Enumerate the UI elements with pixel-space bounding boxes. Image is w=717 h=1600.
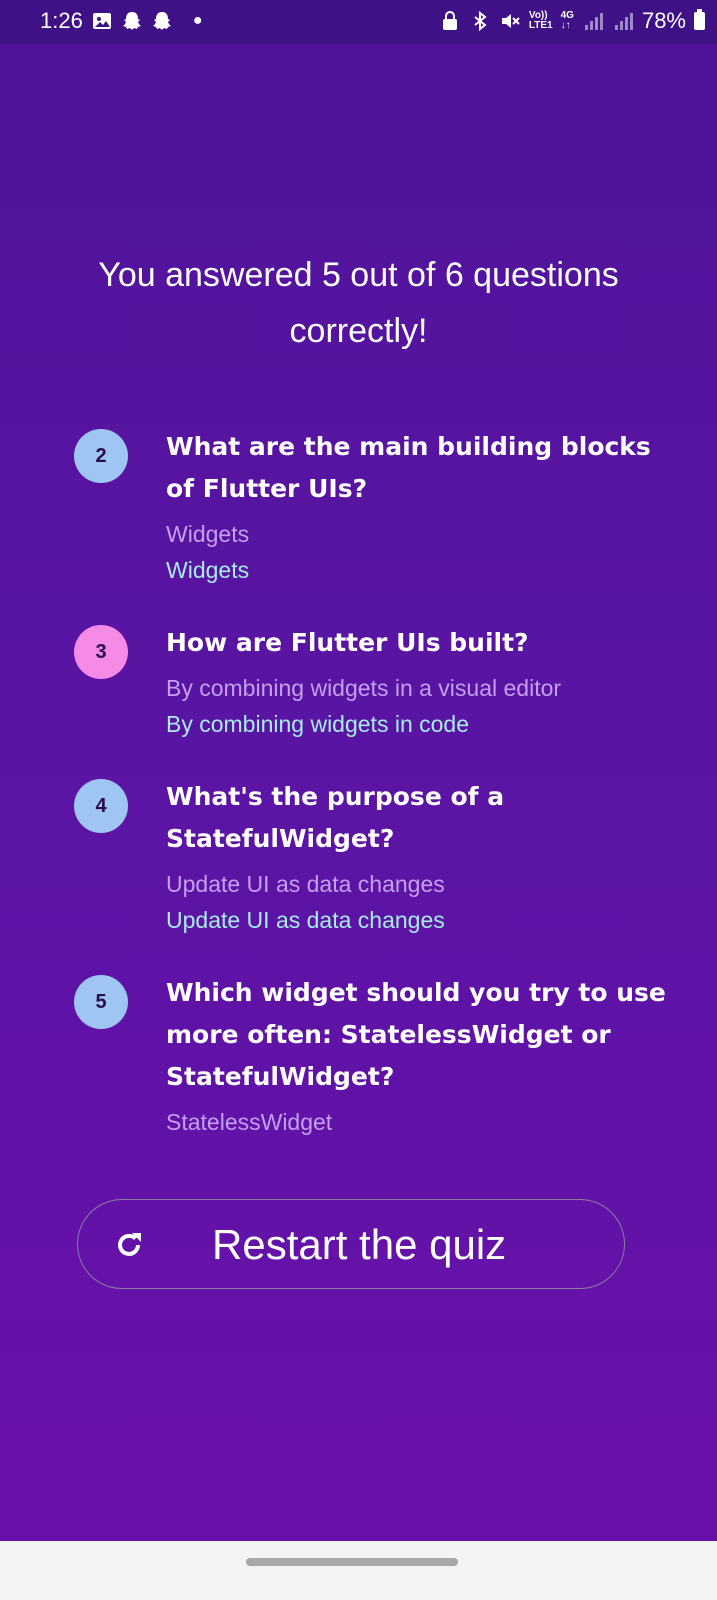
signal-icon bbox=[582, 10, 604, 32]
dot-icon: ● bbox=[192, 12, 203, 29]
correct-answer: Update UI as data changes bbox=[166, 907, 445, 933]
question-text: What's the purpose of a StatefulWidget? bbox=[166, 782, 505, 853]
battery-icon bbox=[694, 9, 705, 30]
status-left: 1:26 ● bbox=[40, 8, 203, 34]
mute-icon bbox=[499, 10, 521, 32]
status-time: 1:26 bbox=[40, 8, 83, 33]
user-answer: StatelessWidget bbox=[166, 1109, 333, 1135]
bluetooth-icon bbox=[469, 10, 491, 32]
restart-quiz-label: Restart the quiz bbox=[212, 1221, 507, 1268]
question-number-badge: 4 bbox=[74, 779, 128, 833]
question-number-badge: 3 bbox=[74, 625, 128, 679]
answer-item: 2 What are the main building blocks of F… bbox=[74, 426, 674, 622]
summary-title: You answered 5 out of 6 questions correc… bbox=[98, 256, 619, 350]
system-nav-bar bbox=[0, 1541, 717, 1600]
user-answer: Update UI as data changes bbox=[166, 871, 445, 897]
question-text: Which widget should you try to use more … bbox=[166, 978, 666, 1091]
answer-item: 3 How are Flutter UIs built? By combinin… bbox=[74, 622, 674, 776]
network-type: 4G ↓↑ bbox=[560, 10, 574, 31]
refresh-icon bbox=[114, 1230, 144, 1260]
status-right: Vo)) LTE1 4G ↓↑ 78% bbox=[439, 8, 705, 34]
network-volte: Vo)) LTE1 bbox=[529, 11, 553, 31]
home-indicator[interactable] bbox=[246, 1558, 458, 1566]
battery-percent: 78% bbox=[641, 8, 686, 33]
question-number-badge: 5 bbox=[74, 975, 128, 1029]
answer-item: 4 What's the purpose of a StatefulWidget… bbox=[74, 776, 674, 972]
snapchat-icon bbox=[121, 10, 143, 32]
answers-list: 2 What are the main building blocks of F… bbox=[74, 426, 674, 1152]
restart-quiz-button[interactable]: Restart the quiz bbox=[77, 1199, 625, 1289]
lock-icon bbox=[439, 10, 461, 32]
signal-icon bbox=[612, 10, 634, 32]
correct-answer: By combining widgets in code bbox=[166, 711, 469, 737]
question-text: What are the main building blocks of Flu… bbox=[166, 432, 651, 503]
question-number-badge: 2 bbox=[74, 429, 128, 483]
user-answer: By combining widgets in a visual editor bbox=[166, 675, 562, 701]
correct-answer: Widgets bbox=[166, 557, 250, 583]
snapchat-icon bbox=[151, 10, 173, 32]
answer-item: 5 Which widget should you try to use mor… bbox=[74, 972, 674, 1152]
image-icon bbox=[91, 10, 113, 32]
question-text: How are Flutter UIs built? bbox=[166, 628, 529, 657]
network-bottom: LTE1 bbox=[528, 20, 553, 31]
status-bar: 1:26 ● Vo)) LTE1 4G ↓↑ 78% bbox=[0, 0, 717, 44]
user-answer: Widgets bbox=[166, 521, 250, 547]
